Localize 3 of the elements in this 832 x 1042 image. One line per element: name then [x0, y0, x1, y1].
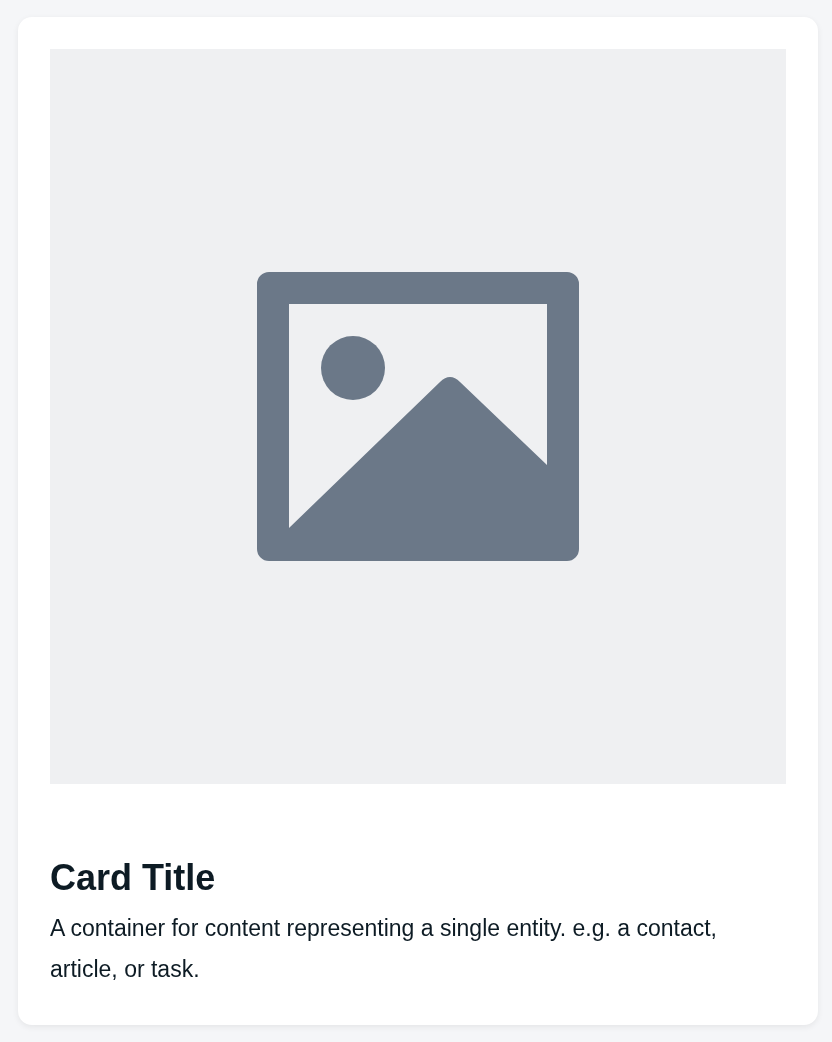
- card-title: Card Title: [50, 856, 217, 900]
- card-description: A container for content representing a single entity. e.g. a contact, article, or task.: [50, 914, 718, 984]
- image-placeholder-icon: [257, 272, 579, 561]
